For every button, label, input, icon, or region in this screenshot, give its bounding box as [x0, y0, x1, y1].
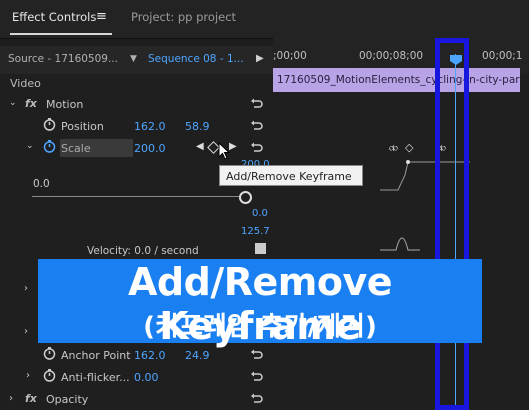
anti-flicker-label: Anti-flicker...: [61, 371, 130, 384]
tooltip: Add/Remove Keyframe: [219, 165, 363, 186]
stopwatch-icon[interactable]: [43, 347, 56, 360]
panel-menu-icon[interactable]: ≡: [96, 9, 107, 24]
tab-project[interactable]: Project: pp project: [131, 10, 236, 24]
clip-bar[interactable]: 17160509_MotionElements_cycling-in-city-…: [273, 68, 520, 92]
keyframe-marker[interactable]: ◇: [405, 141, 413, 154]
position-y-value[interactable]: 58.9: [185, 120, 210, 133]
stopwatch-icon[interactable]: [43, 118, 56, 131]
ruler-time-3: 00;00;1: [482, 50, 523, 62]
fx-icon[interactable]: fx: [25, 392, 37, 405]
scale-value[interactable]: 200.0: [134, 142, 166, 155]
tab-effect-controls[interactable]: Effect Controls: [12, 10, 96, 24]
section-video-label: Video: [10, 77, 41, 90]
graph-zero-value: 0.0: [252, 208, 268, 219]
previous-keyframe-icon[interactable]: ◀: [196, 141, 204, 152]
keyframe-marker[interactable]: ⧞: [389, 141, 398, 155]
play-icon[interactable]: ▶: [256, 53, 264, 64]
motion-label: Motion: [46, 98, 84, 111]
source-bar: Source - 17160509... ▼ Sequence 08 - 1..…: [0, 46, 273, 74]
velocity-graph-line: [380, 237, 420, 251]
anchor-point-label: Anchor Point: [61, 349, 131, 362]
slider-min-value: 0.0: [33, 178, 50, 190]
position-x-value[interactable]: 162.0: [134, 120, 166, 133]
stopwatch-icon[interactable]: [43, 140, 56, 153]
anchor-y-value[interactable]: 24.9: [185, 349, 210, 362]
chevron-right-icon[interactable]: ›: [9, 393, 13, 404]
reset-icon[interactable]: [250, 349, 263, 360]
velocity-label: Velocity: 0.0 / second: [87, 245, 199, 257]
mouse-cursor-icon: [218, 142, 231, 160]
scale-slider-knob[interactable]: [239, 191, 252, 204]
sequence-link[interactable]: Sequence 08 - 1...: [148, 53, 244, 65]
opacity-label: Opacity: [46, 393, 89, 406]
anchor-x-value[interactable]: 162.0: [134, 349, 166, 362]
graph-velocity-value: 125.7: [241, 226, 270, 237]
chevron-down-icon[interactable]: ▼: [130, 54, 137, 64]
velocity-handle-icon[interactable]: [255, 243, 266, 254]
reset-icon[interactable]: [250, 393, 263, 404]
position-label: Position: [61, 120, 104, 133]
anti-flicker-value[interactable]: 0.00: [134, 371, 159, 384]
ruler-time-1: ;00;00: [273, 50, 307, 62]
fx-icon[interactable]: fx: [25, 97, 37, 110]
chevron-right-icon[interactable]: ›: [24, 326, 28, 337]
reset-icon[interactable]: [250, 142, 263, 153]
scale-slider-track[interactable]: [32, 196, 242, 197]
reset-icon[interactable]: [250, 98, 263, 109]
source-dropdown[interactable]: Source - 17160509...: [8, 53, 118, 65]
reset-icon[interactable]: [250, 120, 263, 131]
chevron-down-icon[interactable]: ⌄: [26, 141, 34, 151]
reset-icon[interactable]: [250, 371, 263, 382]
active-tab-indicator: [10, 33, 112, 35]
stopwatch-icon[interactable]: [43, 369, 56, 382]
caption-subtitle: (키프레임 추가/제거): [143, 312, 377, 342]
chevron-right-icon[interactable]: ›: [26, 370, 30, 381]
chevron-right-icon[interactable]: ›: [24, 283, 28, 294]
scale-label: Scale: [61, 142, 91, 155]
playhead-highlight-box: [435, 38, 469, 410]
ruler-time-2: 00;00;08;00: [359, 50, 424, 62]
chevron-down-icon[interactable]: ⌄: [9, 98, 17, 108]
